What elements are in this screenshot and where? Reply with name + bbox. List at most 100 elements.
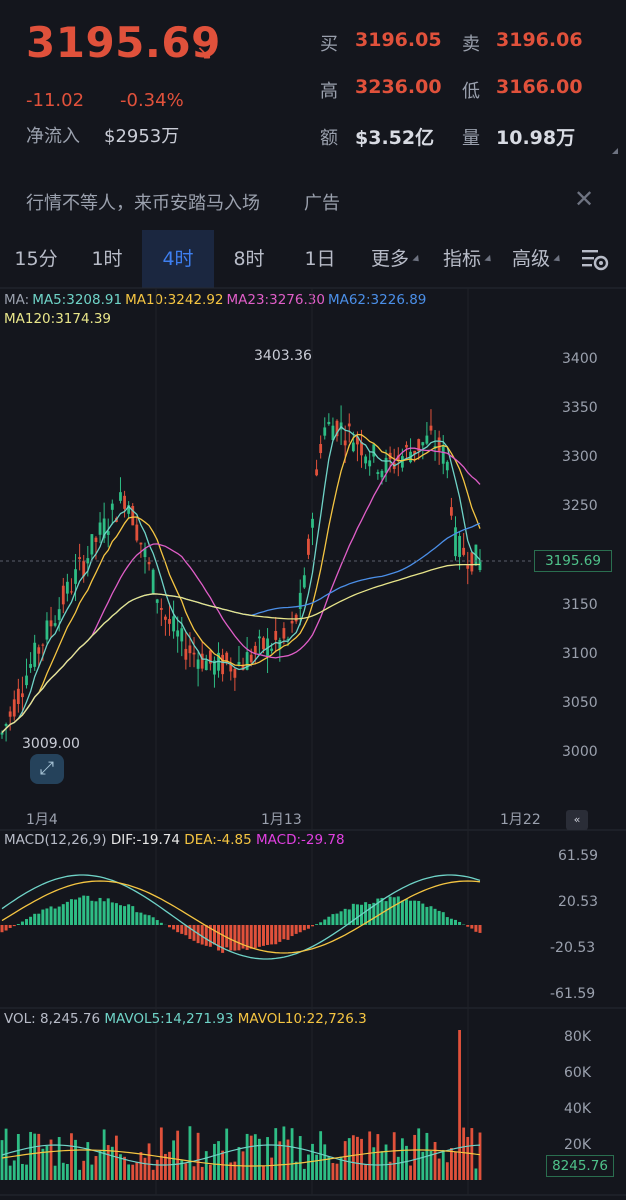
volume-bar bbox=[302, 1168, 306, 1180]
macd-bar bbox=[127, 904, 131, 925]
chart-grid bbox=[0, 287, 626, 1196]
macd-bar bbox=[106, 898, 110, 925]
candle-body bbox=[25, 675, 28, 686]
macd-bar bbox=[151, 917, 155, 925]
macd-bar bbox=[270, 925, 274, 945]
macd-bar bbox=[159, 922, 163, 925]
candle-body bbox=[368, 460, 372, 467]
ma-lines bbox=[1, 425, 481, 733]
candle-body bbox=[192, 652, 196, 655]
date-label: 1月4 bbox=[26, 812, 58, 828]
candle-body bbox=[249, 654, 253, 663]
candle-body bbox=[307, 538, 310, 555]
macd-bar bbox=[302, 925, 306, 931]
candle-body bbox=[180, 628, 184, 642]
macd-bar bbox=[339, 911, 343, 925]
macd-bar bbox=[65, 901, 69, 925]
macd-axis-label: -61.59 bbox=[550, 986, 596, 1002]
macd-bar bbox=[29, 916, 33, 925]
macd-bar bbox=[49, 906, 53, 925]
vol-axis-label: 40K bbox=[564, 1101, 591, 1117]
candle-body bbox=[372, 444, 376, 457]
volume-bar bbox=[237, 1147, 241, 1180]
volume-bar bbox=[98, 1150, 102, 1180]
volume-bar bbox=[45, 1145, 49, 1180]
macd-bar bbox=[433, 908, 437, 925]
volume-bar bbox=[392, 1132, 396, 1180]
volume-bar bbox=[172, 1140, 175, 1180]
price-axis-label: 3000 bbox=[562, 744, 598, 760]
macd-bar bbox=[229, 925, 233, 951]
macd-bar bbox=[37, 913, 41, 925]
candle-body bbox=[204, 660, 208, 671]
volume-bar bbox=[25, 1164, 28, 1180]
macd-bar bbox=[429, 906, 433, 925]
volume-bar bbox=[335, 1163, 339, 1180]
scroll-left-icon[interactable]: « bbox=[566, 810, 588, 830]
macd-bar bbox=[16, 924, 20, 925]
macd-bar bbox=[118, 905, 122, 925]
dea-line bbox=[1, 880, 481, 954]
volume-bar bbox=[213, 1143, 216, 1180]
macd-bar bbox=[8, 925, 12, 928]
candle-body bbox=[351, 442, 355, 452]
candle-body bbox=[29, 664, 32, 668]
candle-body bbox=[65, 581, 69, 594]
candle-body bbox=[188, 645, 192, 654]
candle-body bbox=[147, 561, 151, 565]
volume-bar bbox=[225, 1128, 229, 1180]
price-axis-label: 3050 bbox=[562, 695, 598, 711]
candle-body bbox=[12, 699, 16, 717]
volume-bar bbox=[192, 1166, 196, 1180]
macd-bar bbox=[139, 912, 143, 925]
macd-title: MACD(12,26,9) bbox=[4, 832, 107, 848]
volume-bar bbox=[441, 1149, 445, 1180]
candle-body bbox=[221, 654, 225, 675]
volume-bar bbox=[278, 1141, 282, 1180]
macd-bar bbox=[172, 925, 176, 930]
candle-body bbox=[441, 445, 445, 464]
date-label: 1月22 bbox=[500, 812, 541, 828]
volume-bar bbox=[270, 1157, 274, 1180]
volume-bar bbox=[168, 1151, 171, 1180]
volume-panel bbox=[0, 1030, 482, 1180]
volume-bar bbox=[82, 1160, 86, 1180]
candle-body bbox=[425, 435, 429, 444]
candle-body bbox=[421, 442, 425, 446]
volume-bar bbox=[21, 1163, 24, 1180]
volume-bar bbox=[347, 1138, 351, 1180]
volume-bar bbox=[217, 1141, 220, 1180]
candle-body bbox=[445, 461, 449, 471]
candle-body bbox=[384, 457, 388, 473]
volume-bar bbox=[282, 1126, 286, 1180]
candle-body bbox=[450, 507, 453, 516]
candle-body bbox=[466, 565, 470, 569]
candle-body bbox=[257, 636, 261, 639]
candlesticks bbox=[0, 405, 482, 742]
volume-bar bbox=[188, 1126, 192, 1180]
macd-bar bbox=[143, 914, 147, 925]
macd-bar bbox=[192, 925, 196, 941]
candle-body bbox=[274, 631, 278, 640]
macd-axis-label: 61.59 bbox=[558, 848, 599, 864]
volume-bar bbox=[445, 1162, 449, 1180]
volume-bar bbox=[380, 1151, 384, 1180]
low-marker: 3009.00 bbox=[22, 736, 80, 752]
volume-bar bbox=[478, 1132, 482, 1180]
macd-bar bbox=[380, 897, 384, 925]
price-axis-label: 3300 bbox=[562, 449, 598, 465]
macd-axis-label: -20.53 bbox=[550, 940, 596, 956]
mavol5-line bbox=[1, 1144, 481, 1166]
volume-bar bbox=[360, 1138, 363, 1180]
volume-bar bbox=[159, 1127, 163, 1180]
macd-bar bbox=[266, 925, 270, 945]
expand-chart-icon[interactable]: ⤢ bbox=[30, 754, 64, 784]
volume-bar bbox=[458, 1030, 461, 1180]
candle-body bbox=[135, 524, 139, 541]
candle-body bbox=[429, 425, 433, 431]
macd-bar bbox=[114, 903, 118, 925]
macd-bar bbox=[123, 906, 127, 925]
volume-bar bbox=[127, 1164, 131, 1180]
volume-bar bbox=[65, 1163, 69, 1180]
volume-bar bbox=[290, 1128, 294, 1180]
